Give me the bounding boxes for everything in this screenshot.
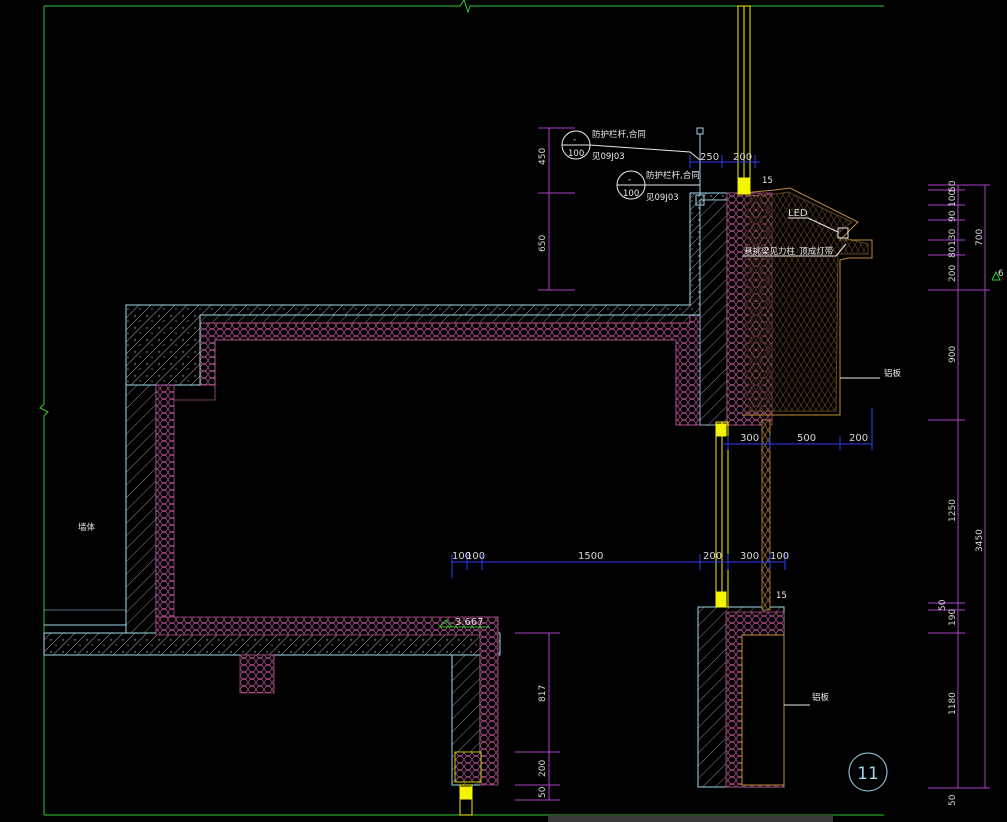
ref1-line1: 防护栏杆,合同	[592, 129, 646, 140]
dim-200-mid: 200	[849, 433, 868, 444]
dim-r-130: 130	[948, 229, 958, 246]
cad-section-drawing: 450 650 250 200 300 500 200 100 100 1500…	[39, 0, 1003, 822]
dim-r-1180: 1180	[948, 692, 958, 715]
dim-r-100: 100	[948, 190, 958, 207]
dim-r-80: 80	[948, 246, 958, 258]
bottom-strip	[548, 815, 833, 822]
dim-r-3450: 3450	[975, 529, 985, 552]
dim-100-c: 100	[770, 551, 789, 562]
lower-right-box	[697, 606, 785, 788]
dim-right-chain	[928, 184, 990, 789]
level-3667-text: 3.667	[455, 617, 484, 628]
led-label: LED	[788, 208, 808, 219]
dim-50-vert: 50	[538, 786, 548, 798]
dim-15-top: 15	[762, 176, 773, 186]
lower-slab	[43, 609, 501, 786]
slab-note-lower: 铝板	[812, 692, 830, 703]
right-level-text: 6	[998, 269, 1003, 279]
dim-r-50-mid: 50	[938, 599, 948, 611]
dim-100-b: 100	[466, 551, 485, 562]
dim-200-vert: 200	[538, 760, 548, 777]
detail-number: 11	[857, 764, 879, 784]
dim-1500: 1500	[578, 551, 603, 562]
ref1-line2: 见09J03	[592, 152, 625, 162]
dim-200-low: 200	[703, 551, 722, 562]
facade-strip	[761, 419, 771, 611]
dim-r-700: 700	[975, 229, 985, 246]
ref1-circle-bottom: 100	[568, 149, 584, 159]
dim-300-low: 300	[740, 551, 759, 562]
dim-817: 817	[538, 685, 548, 702]
cornice	[741, 187, 873, 416]
dim-r-200: 200	[948, 265, 958, 282]
slab-note-upper: 铝板	[884, 368, 902, 379]
left-note: 墙体	[78, 522, 96, 533]
dim-15-low: 15	[776, 591, 787, 601]
dim-500: 500	[797, 433, 816, 444]
dim-650: 650	[538, 235, 548, 252]
ref2-line2: 见09J03	[646, 193, 679, 203]
ref2-line1: 防护栏杆,合同	[646, 170, 700, 181]
dim-r-190: 190	[948, 609, 958, 626]
dim-r-50-bottom: 50	[948, 794, 958, 806]
dim-r-900: 900	[948, 346, 958, 363]
ref2-circle-top: -	[628, 175, 631, 185]
upper-slab	[125, 192, 773, 426]
ref2-circle-bottom: 100	[623, 189, 639, 199]
dim-450: 450	[538, 148, 548, 165]
dim-200-top: 200	[733, 152, 752, 163]
dim-r-90: 90	[948, 210, 958, 222]
ref1-circle-top: -	[573, 135, 576, 145]
lighting-note: 悬挑梁见力柱_顶成灯带	[744, 246, 834, 257]
dim-lower-horizontal	[451, 554, 786, 578]
dim-300-mid: 300	[740, 433, 759, 444]
dim-250: 250	[700, 152, 719, 163]
left-column	[125, 384, 216, 636]
dim-r-1250: 1250	[948, 499, 958, 522]
